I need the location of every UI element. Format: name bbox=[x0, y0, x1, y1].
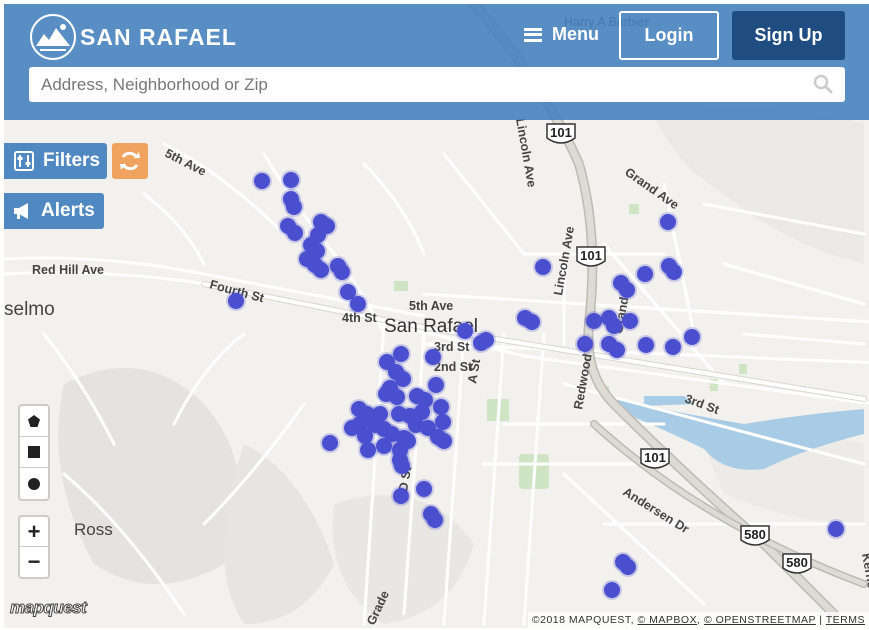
menu-button[interactable]: Menu bbox=[524, 24, 599, 45]
mapbox-link[interactable]: © MAPBOX bbox=[638, 614, 698, 626]
listing-marker[interactable] bbox=[394, 458, 410, 474]
search-input[interactable] bbox=[29, 67, 813, 102]
mapquest-logo[interactable]: mapquest bbox=[9, 598, 87, 618]
filters-button[interactable]: Filters bbox=[4, 143, 107, 179]
listing-marker[interactable] bbox=[286, 199, 302, 215]
listing-marker[interactable] bbox=[322, 435, 338, 451]
filters-label: Filters bbox=[43, 150, 101, 171]
listing-marker[interactable] bbox=[620, 559, 636, 575]
listing-marker[interactable] bbox=[283, 172, 299, 188]
login-button[interactable]: Login bbox=[619, 11, 719, 60]
listing-marker[interactable] bbox=[457, 323, 473, 339]
draw-circle-button[interactable] bbox=[20, 468, 48, 499]
listing-marker[interactable] bbox=[427, 512, 443, 528]
listing-marker[interactable] bbox=[665, 339, 681, 355]
listing-marker[interactable] bbox=[334, 264, 350, 280]
listing-marker[interactable] bbox=[535, 259, 551, 275]
copyright-text: ©2018 MAPQUEST, bbox=[531, 614, 635, 626]
listing-marker[interactable] bbox=[389, 389, 405, 405]
search-bar bbox=[29, 67, 845, 102]
listing-marker[interactable] bbox=[478, 332, 494, 348]
filter-sliders-icon bbox=[14, 151, 34, 171]
attribution-separator: | bbox=[819, 614, 823, 626]
listing-marker[interactable] bbox=[637, 266, 653, 282]
logo[interactable]: SAN RAFAEL bbox=[30, 14, 237, 60]
listing-marker[interactable] bbox=[425, 349, 441, 365]
listing-marker[interactable] bbox=[577, 336, 593, 352]
listing-marker[interactable] bbox=[638, 337, 654, 353]
signup-button[interactable]: Sign Up bbox=[732, 11, 845, 60]
listing-marker[interactable] bbox=[228, 293, 244, 309]
listing-marker[interactable] bbox=[622, 313, 638, 329]
zoom-control: + − bbox=[18, 515, 50, 579]
refresh-icon bbox=[120, 151, 140, 171]
square-icon bbox=[28, 446, 40, 458]
logo-text: SAN RAFAEL bbox=[80, 23, 237, 50]
refresh-button[interactable] bbox=[112, 143, 148, 179]
listing-marker[interactable] bbox=[524, 314, 540, 330]
listing-marker[interactable] bbox=[660, 214, 676, 230]
draw-tools bbox=[18, 404, 50, 501]
listing-marker[interactable] bbox=[604, 582, 620, 598]
osm-link[interactable]: © OPENSTREETMAP bbox=[704, 614, 816, 626]
listing-marker[interactable] bbox=[828, 521, 844, 537]
terms-link[interactable]: TERMS bbox=[826, 614, 865, 626]
zoom-out-button[interactable]: − bbox=[20, 547, 48, 577]
listing-marker[interactable] bbox=[400, 433, 416, 449]
search-icon[interactable] bbox=[813, 74, 835, 96]
megaphone-icon bbox=[14, 203, 28, 219]
listing-marker[interactable] bbox=[666, 264, 682, 280]
listing-marker[interactable] bbox=[619, 282, 635, 298]
listing-marker[interactable] bbox=[360, 442, 376, 458]
draw-rectangle-button[interactable] bbox=[20, 437, 48, 468]
draw-polygon-button[interactable] bbox=[20, 406, 48, 437]
listing-marker[interactable] bbox=[428, 377, 444, 393]
listing-marker[interactable] bbox=[393, 346, 409, 362]
circle-icon bbox=[28, 477, 40, 490]
listing-marker[interactable] bbox=[416, 481, 432, 497]
alerts-label: Alerts bbox=[41, 200, 95, 221]
zoom-in-button[interactable]: + bbox=[20, 517, 48, 547]
listing-marker[interactable] bbox=[606, 318, 622, 334]
listing-marker[interactable] bbox=[287, 225, 303, 241]
city-seal-icon bbox=[30, 14, 76, 60]
site-header: SAN RAFAEL Menu Login Sign Up bbox=[4, 4, 869, 120]
polygon-icon bbox=[28, 415, 40, 427]
listing-marker[interactable] bbox=[393, 488, 409, 504]
hamburger-icon bbox=[524, 27, 542, 42]
map-attribution: ©2018 MAPQUEST, © MAPBOX, © OPENSTREETMA… bbox=[527, 612, 869, 628]
menu-label: Menu bbox=[552, 24, 599, 44]
listing-marker[interactable] bbox=[436, 433, 452, 449]
listing-marker[interactable] bbox=[254, 173, 270, 189]
listing-marker[interactable] bbox=[609, 342, 625, 358]
listing-marker[interactable] bbox=[376, 438, 392, 454]
listing-marker[interactable] bbox=[350, 296, 366, 312]
alerts-button[interactable]: Alerts bbox=[4, 193, 104, 229]
map-frame[interactable]: 101 101 101 580 580 5th Ave Red Hill Ave… bbox=[4, 4, 869, 628]
listing-marker[interactable] bbox=[313, 262, 329, 278]
listing-marker[interactable] bbox=[684, 329, 700, 345]
